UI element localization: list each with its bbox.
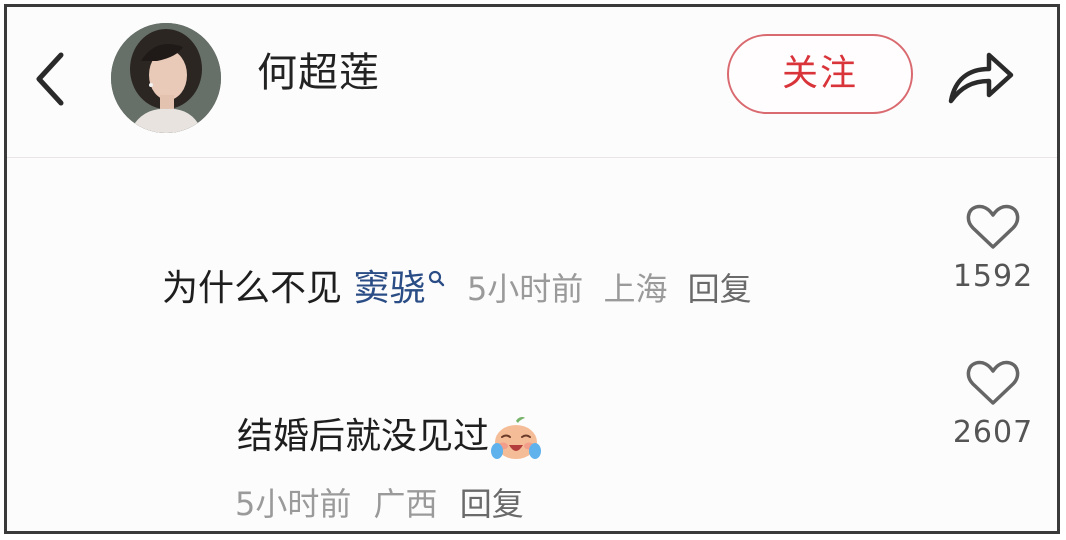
reply-location: 广西: [373, 485, 438, 523]
like-count: 1592: [952, 259, 1034, 294]
crying-face-emoji: [491, 417, 542, 459]
chevron-left-icon[interactable]: [29, 45, 73, 113]
reply-meta: 5小时前 广西 回复: [235, 479, 536, 525]
header-bar: 何超莲 关注: [7, 7, 1057, 158]
reply-time: 5小时前: [235, 485, 352, 523]
reply-row: 结婚后就没见过: [237, 413, 542, 461]
search-icon: [429, 270, 445, 287]
reply-text: 结婚后就没见过: [237, 416, 490, 457]
topic-link[interactable]: 窦骁: [353, 268, 445, 309]
reply-button[interactable]: 回复: [688, 270, 752, 308]
comment-location: 上海: [603, 270, 668, 308]
comment-time: 5小时前: [466, 270, 584, 308]
like-count: 2607: [952, 415, 1034, 450]
heart-icon[interactable]: [966, 203, 1020, 251]
comment-text: 为什么不见: [162, 268, 343, 309]
heart-icon[interactable]: [966, 359, 1020, 407]
user-avatar[interactable]: [111, 23, 221, 133]
share-arrow-icon[interactable]: [945, 43, 1017, 109]
follow-button[interactable]: 关注: [727, 34, 913, 114]
reply-button[interactable]: 回复: [460, 485, 524, 523]
like-control: 1592: [948, 203, 1038, 294]
comment-row: 为什么不见 窦骁 5小时前 上海 回复: [162, 265, 762, 313]
username: 何超莲: [257, 50, 380, 96]
like-control: 2607: [948, 359, 1038, 450]
app-frame: 何超莲 关注 为什么不见 窦骁 5小时前 上海 回复 1592 结婚后就没见过: [4, 4, 1060, 534]
comment-meta: 5小时前 上海 回复: [467, 270, 762, 308]
